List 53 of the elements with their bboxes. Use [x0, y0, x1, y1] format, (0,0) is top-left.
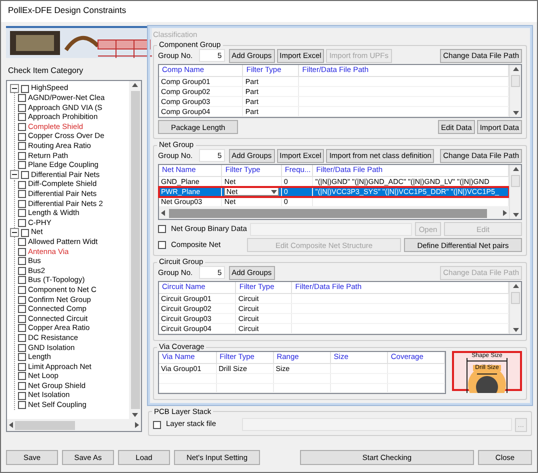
checkbox[interactable] [18, 190, 26, 198]
checkbox[interactable] [18, 180, 26, 189]
checkbox[interactable] [18, 248, 26, 256]
checkbox[interactable] [18, 305, 26, 314]
checkbox[interactable] [18, 266, 26, 275]
checkbox[interactable] [158, 241, 166, 250]
checkbox[interactable] [158, 225, 166, 234]
checkbox[interactable] [21, 170, 29, 179]
checkbox[interactable] [18, 344, 26, 352]
checkbox[interactable] [18, 218, 26, 227]
checkbox[interactable] [18, 209, 26, 218]
checkbox[interactable] [18, 286, 26, 294]
collapse-icon[interactable] [10, 170, 19, 180]
checkbox[interactable] [18, 353, 26, 362]
scroll-right-icon[interactable] [133, 421, 141, 429]
checkbox[interactable] [18, 152, 26, 160]
checkbox[interactable] [18, 314, 26, 323]
category-label: Check Item Category [8, 67, 84, 76]
checkbox[interactable] [18, 382, 26, 390]
window-title: PollEx-DFE Design Constraints [1, 1, 537, 22]
checkbox[interactable] [18, 296, 26, 304]
checkbox[interactable] [18, 200, 26, 208]
checkbox[interactable] [18, 132, 26, 141]
checkbox[interactable] [18, 362, 26, 371]
checkbox[interactable] [18, 161, 26, 170]
checkbox[interactable] [18, 334, 26, 342]
checkbox[interactable] [18, 401, 26, 410]
checkbox[interactable] [153, 420, 161, 429]
checkbox[interactable] [18, 94, 26, 102]
checkbox[interactable] [18, 257, 26, 266]
checkbox[interactable] [18, 324, 26, 332]
scroll-up-icon[interactable] [512, 164, 520, 173]
collapse-icon[interactable] [10, 84, 19, 94]
scroll-up-icon[interactable] [131, 80, 139, 89]
checkbox[interactable] [18, 113, 26, 122]
collapse-icon[interactable] [10, 228, 19, 237]
scroll-down-icon[interactable] [512, 211, 520, 220]
scroll-left-icon[interactable] [159, 209, 167, 218]
dropdown-caret-icon[interactable] [270, 188, 278, 196]
scroll-up-icon[interactable] [512, 282, 520, 290]
checkbox[interactable] [18, 392, 26, 400]
checkbox[interactable] [21, 84, 29, 93]
checkbox[interactable] [18, 276, 26, 284]
checkbox[interactable] [18, 372, 26, 380]
checkbox[interactable] [18, 104, 26, 112]
checkbox[interactable] [21, 228, 29, 236]
checkbox[interactable] [18, 238, 26, 246]
scroll-down-icon[interactable] [512, 326, 520, 334]
scroll-left-icon[interactable] [7, 421, 15, 429]
checkbox[interactable] [18, 142, 26, 150]
scroll-up-icon[interactable] [512, 64, 520, 73]
checkbox[interactable] [18, 122, 26, 131]
scroll-down-icon[interactable] [512, 109, 520, 118]
